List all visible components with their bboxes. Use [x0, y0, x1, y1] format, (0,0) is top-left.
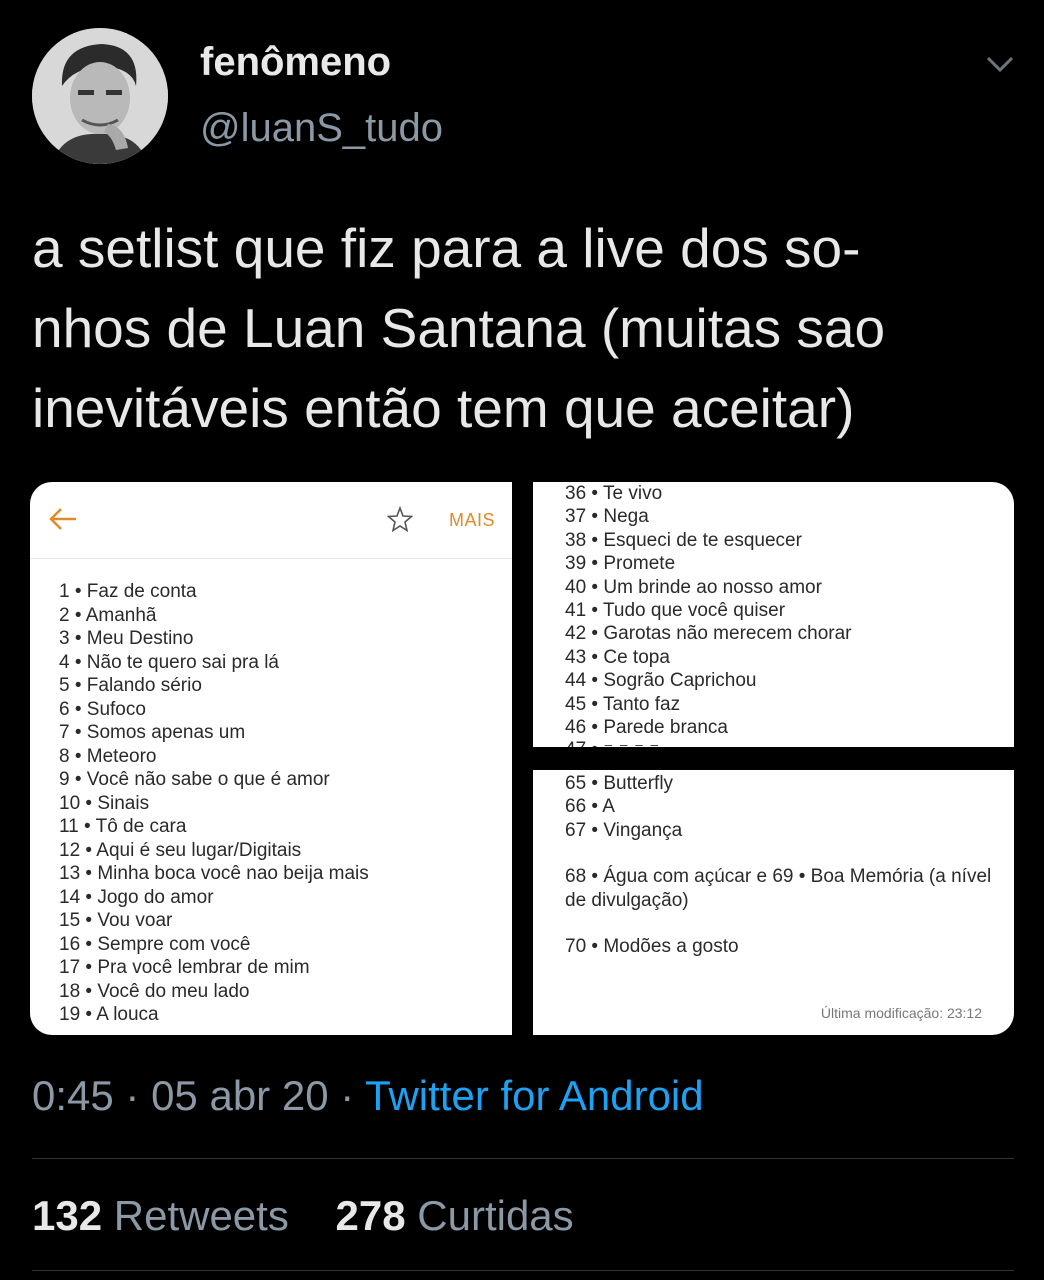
song-item: 5 • Falando sério	[59, 675, 202, 696]
retweets-count: 132	[32, 1192, 103, 1239]
last-modified: Última modificação: 23:12	[820, 1005, 982, 1021]
song-item: 66 • A	[565, 796, 615, 818]
song-item: 40 • Um brinde ao nosso amor	[565, 576, 822, 598]
song-item: 70 • Modões a gosto	[565, 936, 739, 958]
chevron-down-icon[interactable]	[984, 50, 1016, 78]
song-item: 9 • Você não sabe o que é amor	[59, 769, 330, 790]
back-arrow-icon	[48, 506, 78, 532]
song-item: 16 • Sempre com você	[59, 933, 251, 955]
setlist-2: 36 • Te vivo 37 • Nega 38 • Esqueci de te …	[565, 482, 852, 739]
setlist-1: 1 • Faz de conta 2 • Amanhã 3 • Meu Destin…	[59, 580, 369, 1027]
media-image-3[interactable]: 65 • Butterfly 66 • A 67 • Vingança 68 • Ág…	[533, 770, 1014, 1035]
song-item: 11 • Tô de cara	[59, 816, 187, 837]
song-item: 6 • Sufoco	[59, 698, 146, 720]
divider	[32, 1158, 1014, 1159]
retweets-stat[interactable]: 132 Retweets	[32, 1192, 289, 1239]
tweet-source-link[interactable]: Twitter for Android	[365, 1072, 703, 1119]
avatar[interactable]	[32, 28, 168, 164]
song-item: 8 • Meteoro	[59, 745, 157, 767]
setlist-3: 65 • Butterfly 66 • A 67 • Vingança 68 • Ág…	[565, 772, 995, 958]
tweet-text-line: inevitáveis então tem que aceitar)	[32, 377, 855, 439]
song-item: 10 • Sinais	[59, 792, 150, 814]
likes-count: 278	[335, 1192, 406, 1239]
song-item: 46 • Parede branca	[565, 717, 728, 739]
song-item: 12 • Aqui é seu lugar/Digitais	[59, 839, 302, 861]
song-item: 68 • Água com açúcar e 69 • Boa Memória …	[565, 866, 992, 911]
song-item: 38 • Esqueci de te esquecer	[565, 529, 802, 551]
song-item: 3 • Meu Destino	[59, 628, 194, 649]
star-icon	[386, 505, 414, 533]
tweet-stats: 132 Retweets 278 Curtidas	[32, 1192, 574, 1240]
song-item: 4 • Não te quero sai pra lá	[59, 651, 280, 673]
user-handle[interactable]: @luanS_tudo	[200, 106, 443, 151]
tweet-text-line: a setlist que fiz para a live dos so-	[32, 217, 861, 279]
song-item: 65 • Butterfly	[565, 773, 674, 794]
song-item: 36 • Te vivo	[565, 483, 663, 504]
app-bar: MAIS	[30, 482, 512, 559]
song-item: 7 • Somos apenas um	[59, 722, 246, 743]
retweets-label: Retweets	[113, 1192, 289, 1239]
media-image-1[interactable]: MAIS 1 • Faz de conta 2 • Amanhã 3 • Meu D…	[30, 482, 512, 1035]
song-item: 1 • Faz de conta	[59, 581, 197, 602]
tweet-text: a setlist que fiz para a live dos so- nh…	[32, 208, 1022, 448]
tweet-text-line: nhos de Luan Santana (muitas sao	[32, 297, 886, 359]
cut-off-text: 47 • ⁻ ⁻ ⁻ ⁻	[565, 738, 659, 747]
separator: ·	[125, 1072, 152, 1119]
song-item: 2 • Amanhã	[59, 604, 157, 626]
song-item: 14 • Jogo do amor	[59, 886, 214, 908]
song-item: 15 • Vou voar	[59, 910, 173, 931]
song-item: 37 • Nega	[565, 506, 649, 528]
song-item: 18 • Você do meu lado	[59, 980, 250, 1002]
separator: ·	[340, 1072, 366, 1119]
song-item: 42 • Garotas não merecem chorar	[565, 623, 852, 645]
song-item: 17 • Pra você lembrar de mim	[59, 957, 310, 978]
media-image-2[interactable]: ‾ ‾ ‾ 36 • Te vivo37 • Nega38 • Esqueci …	[533, 482, 1014, 747]
song-item: 39 • Promete	[565, 553, 676, 575]
song-item: 13 • Minha boca você nao beija mais	[59, 863, 369, 884]
tweet-time: 0:45	[32, 1072, 114, 1119]
tweet-meta: 0:45 · 05 abr 20 · Twitter for Android	[32, 1072, 704, 1120]
song-item: 19 • A louca	[59, 1004, 159, 1025]
divider	[32, 1270, 1014, 1271]
tweet-date: 05 abr 20	[151, 1072, 329, 1119]
display-name[interactable]: fenômeno	[200, 40, 391, 85]
song-item: 41 • Tudo que você quiser	[565, 600, 786, 622]
likes-label: Curtidas	[417, 1192, 574, 1239]
media-grid[interactable]: MAIS 1 • Faz de conta 2 • Amanhã 3 • Meu D…	[30, 482, 1014, 1035]
likes-stat[interactable]: 278 Curtidas	[336, 1192, 574, 1239]
song-item: 44 • Sogrão Caprichou	[565, 670, 757, 692]
more-label: MAIS	[449, 510, 496, 530]
song-item: 43 • Ce topa	[565, 646, 670, 668]
song-item: 45 • Tanto faz	[565, 693, 681, 715]
song-item: 67 • Vingança	[565, 819, 683, 841]
